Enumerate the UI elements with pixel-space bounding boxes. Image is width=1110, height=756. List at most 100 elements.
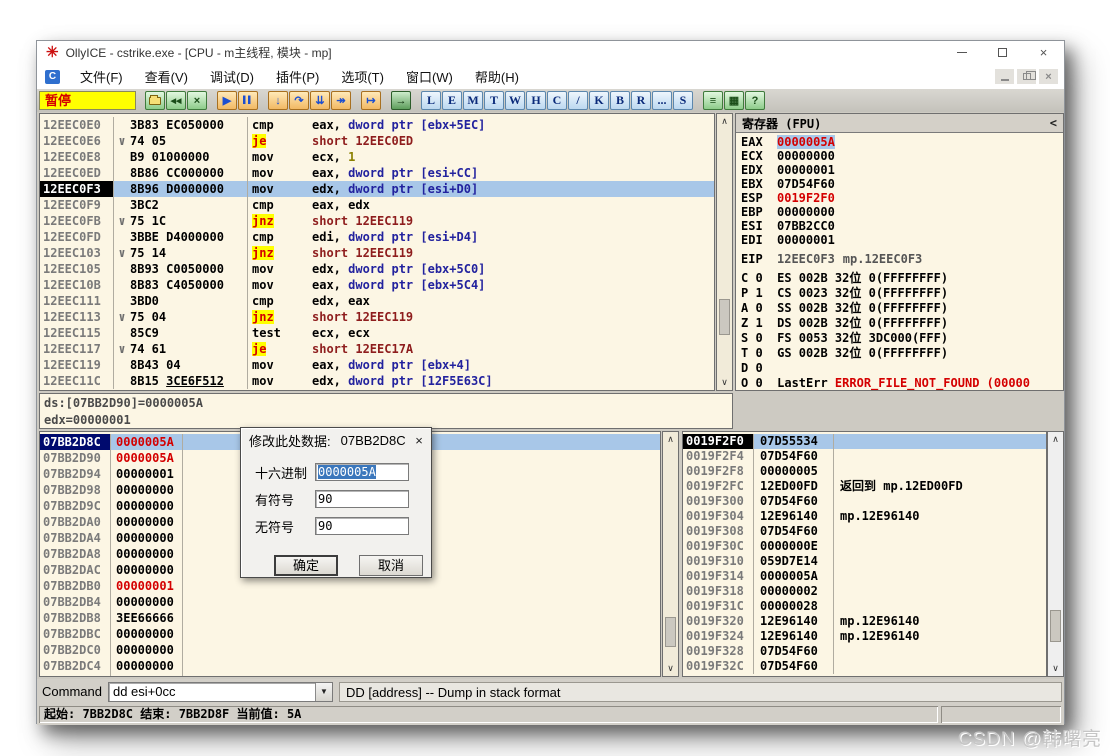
stack-row[interactable]: 0019F2F800000005 bbox=[683, 464, 1046, 479]
stack-row[interactable]: 0019F32012E96140mp.12E96140 bbox=[683, 614, 1046, 629]
disasm-row[interactable]: 12EEC117∨74 61jeshort 12EEC17A bbox=[40, 341, 714, 357]
stack-row[interactable]: 0019F32412E96140mp.12E96140 bbox=[683, 629, 1046, 644]
scroll-thumb[interactable] bbox=[1050, 610, 1061, 642]
menu-item-t[interactable]: 选项(T) bbox=[330, 64, 395, 89]
flag-row[interactable]: S 0 FS 0053 32位 3DC000(FFF) bbox=[736, 331, 1063, 346]
dump-scrollbar[interactable]: ∧ ∨ bbox=[662, 431, 679, 677]
view-callstack-button[interactable]: K bbox=[589, 91, 609, 110]
run-button[interactable]: ▶ bbox=[217, 91, 237, 110]
options-button[interactable]: ≡ bbox=[703, 91, 723, 110]
register-row[interactable]: EDI00000001 bbox=[736, 233, 1063, 247]
ok-button[interactable]: 确定 bbox=[274, 555, 338, 576]
stack-row[interactable]: 0019F310059D7E14 bbox=[683, 554, 1046, 569]
disasm-row[interactable]: 12EEC0FD3BBE D4000000cmpedi, dword ptr [… bbox=[40, 229, 714, 245]
flag-row[interactable]: C 0 ES 002B 32位 0(FFFFFFFF) bbox=[736, 271, 1063, 286]
register-row[interactable]: EBP00000000 bbox=[736, 205, 1063, 219]
step-into-button[interactable]: ↓ bbox=[268, 91, 288, 110]
disasm-row[interactable]: 12EEC0ED8B86 CC000000moveax, dword ptr [… bbox=[40, 165, 714, 181]
menu-item-w[interactable]: 窗口(W) bbox=[395, 64, 464, 89]
scroll-down-icon[interactable]: ∨ bbox=[663, 661, 678, 676]
mdi-minimize-button[interactable] bbox=[995, 69, 1014, 84]
menu-item-d[interactable]: 调试(D) bbox=[199, 64, 265, 89]
open-file-button[interactable] bbox=[145, 91, 165, 110]
menu-item-v[interactable]: 查看(V) bbox=[134, 64, 199, 89]
menu-item-h[interactable]: 帮助(H) bbox=[464, 64, 530, 89]
stack-row[interactable]: 0019F30807D54F60 bbox=[683, 524, 1046, 539]
view-threads-button[interactable]: T bbox=[484, 91, 504, 110]
registers-pane[interactable]: 寄存器 (FPU) < EAX0000005AECX00000000EDX000… bbox=[735, 113, 1064, 391]
scroll-thumb[interactable] bbox=[665, 617, 676, 647]
pause-button[interactable]: ▌▌ bbox=[238, 91, 258, 110]
scroll-up-icon[interactable]: ∧ bbox=[717, 114, 732, 129]
view-patches-button[interactable]: / bbox=[568, 91, 588, 110]
field-input-unsigned[interactable]: 90 bbox=[315, 517, 409, 535]
view-runtrace-button[interactable]: ... bbox=[652, 91, 672, 110]
minimize-button[interactable] bbox=[941, 41, 982, 64]
register-row[interactable]: ESP0019F2F0 bbox=[736, 191, 1063, 205]
mdi-close-button[interactable]: × bbox=[1039, 69, 1058, 84]
eip-row[interactable]: EIP12EEC0F3mp.12EEC0F3 bbox=[736, 252, 1063, 266]
view-executables-button[interactable]: E bbox=[442, 91, 462, 110]
view-memory-button[interactable]: M bbox=[463, 91, 483, 110]
collapse-button[interactable]: < bbox=[1050, 116, 1057, 130]
dump-row[interactable]: 07BB2DC000000000 bbox=[40, 642, 660, 658]
menu-item-p[interactable]: 插件(P) bbox=[265, 64, 330, 89]
animate-over-button[interactable]: ↠ bbox=[331, 91, 351, 110]
flag-row[interactable]: A 0 SS 002B 32位 0(FFFFFFFF) bbox=[736, 301, 1063, 316]
disasm-row[interactable]: 12EEC0E6∨74 05jeshort 12EEC0ED bbox=[40, 133, 714, 149]
dump-row[interactable]: 07BB2DC400000000 bbox=[40, 658, 660, 674]
stack-row[interactable]: 0019F3140000005A bbox=[683, 569, 1046, 584]
field-input-signed[interactable]: 90 bbox=[315, 490, 409, 508]
chevron-down-icon[interactable]: ▼ bbox=[315, 683, 332, 701]
dump-row[interactable]: 07BB2DB400000000 bbox=[40, 594, 660, 610]
disasm-row[interactable]: 12EEC0E03B83 EC050000cmpeax, dword ptr [… bbox=[40, 117, 714, 133]
view-windows-button[interactable]: W bbox=[505, 91, 525, 110]
register-row[interactable]: ECX00000000 bbox=[736, 149, 1063, 163]
menu-item-f[interactable]: 文件(F) bbox=[69, 64, 134, 89]
disasm-row[interactable]: 12EEC0E8B9 01000000movecx, 1 bbox=[40, 149, 714, 165]
flag-row[interactable]: P 1 CS 0023 32位 0(FFFFFFFF) bbox=[736, 286, 1063, 301]
maximize-button[interactable] bbox=[982, 41, 1023, 64]
stack-row[interactable]: 0019F31C00000028 bbox=[683, 599, 1046, 614]
dump-row[interactable]: 07BB2DBC00000000 bbox=[40, 626, 660, 642]
disasm-row[interactable]: 12EEC0F38B96 D0000000movedx, dword ptr [… bbox=[40, 181, 714, 197]
step-over-button[interactable]: ↷ bbox=[289, 91, 309, 110]
view-log-button[interactable]: L bbox=[421, 91, 441, 110]
stack-scrollbar[interactable]: ∧ ∨ bbox=[1047, 431, 1064, 677]
view-breakpoints-button[interactable]: B bbox=[610, 91, 630, 110]
close-process-button[interactable]: × bbox=[187, 91, 207, 110]
view-references-button[interactable]: R bbox=[631, 91, 651, 110]
view-source-button[interactable]: S bbox=[673, 91, 693, 110]
disasm-row[interactable]: 12EEC11585C9testecx, ecx bbox=[40, 325, 714, 341]
flag-row[interactable]: Z 1 DS 002B 32位 0(FFFFFFFF) bbox=[736, 316, 1063, 331]
disasm-row[interactable]: 12EEC1058B93 C0050000movedx, dword ptr [… bbox=[40, 261, 714, 277]
appearance-button[interactable]: ▦ bbox=[724, 91, 744, 110]
scroll-down-icon[interactable]: ∨ bbox=[1048, 661, 1063, 676]
go-to-address-button[interactable]: → bbox=[391, 91, 411, 110]
scroll-up-icon[interactable]: ∧ bbox=[1048, 432, 1063, 447]
disasm-row[interactable]: 12EEC11C8B15 3CE6F512movedx, dword ptr [… bbox=[40, 373, 714, 389]
command-input[interactable]: dd esi+0cc ▼ bbox=[108, 682, 333, 702]
stack-row[interactable]: 0019F30412E96140mp.12E96140 bbox=[683, 509, 1046, 524]
register-row[interactable]: ESI07BB2CC0 bbox=[736, 219, 1063, 233]
stack-row[interactable]: 0019F2F007D55534 bbox=[683, 434, 1046, 449]
scroll-thumb[interactable] bbox=[719, 299, 730, 335]
disasm-row[interactable]: 12EEC113∨75 04jnzshort 12EEC119 bbox=[40, 309, 714, 325]
stack-row[interactable]: 0019F32C07D54F60 bbox=[683, 659, 1046, 674]
execute-till-return-button[interactable]: ↦ bbox=[361, 91, 381, 110]
dialog-close-icon[interactable]: × bbox=[407, 433, 431, 448]
disassembly-scrollbar[interactable]: ∧ ∨ bbox=[716, 113, 733, 391]
scroll-down-icon[interactable]: ∨ bbox=[717, 375, 732, 390]
disasm-row[interactable]: 12EEC1113BD0cmpedx, eax bbox=[40, 293, 714, 309]
close-button[interactable]: × bbox=[1023, 41, 1064, 64]
help-button[interactable]: ? bbox=[745, 91, 765, 110]
stack-row[interactable]: 0019F31800000002 bbox=[683, 584, 1046, 599]
scroll-up-icon[interactable]: ∧ bbox=[663, 432, 678, 447]
dump-row[interactable]: 07BB2DB000000001 bbox=[40, 578, 660, 594]
stack-row[interactable]: 0019F2F407D54F60 bbox=[683, 449, 1046, 464]
register-row[interactable]: EBX07D54F60 bbox=[736, 177, 1063, 191]
stack-row[interactable]: 0019F30C0000000E bbox=[683, 539, 1046, 554]
disasm-row[interactable]: 12EEC0FB∨75 1Cjnzshort 12EEC119 bbox=[40, 213, 714, 229]
disassembly-pane[interactable]: 12EEC0E03B83 EC050000cmpeax, dword ptr [… bbox=[39, 113, 715, 391]
cancel-button[interactable]: 取消 bbox=[359, 555, 423, 576]
